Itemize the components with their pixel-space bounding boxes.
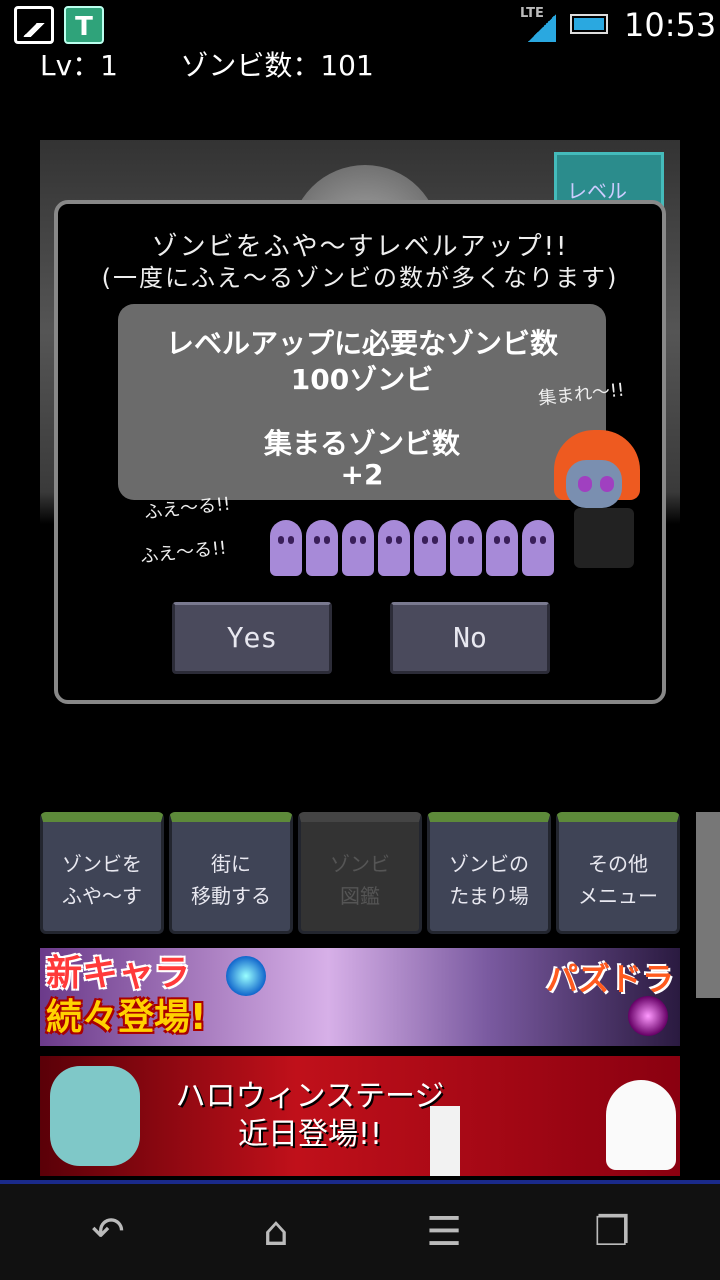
level-text: Lv：1 <box>40 49 118 82</box>
menu-zombie-encyclopedia[interactable]: ゾンビ 図鑑 <box>298 812 422 934</box>
recent-apps-icon[interactable]: ❐ <box>588 1212 636 1252</box>
zombie-sprite <box>378 520 410 576</box>
ad-text: 新キャラ <box>46 953 191 994</box>
ad-text: 近日登場!! <box>237 1117 383 1152</box>
zombie-sprite <box>270 520 302 576</box>
scrollbar[interactable] <box>696 812 720 998</box>
zombie-girl-character <box>554 430 644 580</box>
yes-button[interactable]: Yes <box>172 602 332 674</box>
status-bar: T LTE 10:53 <box>0 0 720 48</box>
tile-label: ふや〜す <box>62 884 142 908</box>
gather-label: 集まるゾンビ数 <box>263 427 460 460</box>
zombie-count-text: ゾンビ数：101 <box>180 49 374 82</box>
home-icon[interactable]: ⌂ <box>252 1212 300 1252</box>
ad-headline: 新キャラ 続々登場! <box>46 952 206 1040</box>
required-label: レベルアップに必要なゾンビ数 <box>165 327 558 360</box>
no-button[interactable]: No <box>390 602 550 674</box>
dialog-subtitle: (一度にふえ〜るゾンビの数が多くなります) <box>101 264 619 292</box>
menu-move-to-town[interactable]: 街に 移動する <box>169 812 293 934</box>
shout-increase: ふえ〜る!! <box>139 537 228 568</box>
tile-label: ゾンビ <box>330 852 390 876</box>
tile-label: ゾンビの <box>449 852 529 876</box>
menu-other[interactable]: その他 メニュー <box>556 812 680 934</box>
zombie-sprite <box>450 520 482 576</box>
zombie-sprite <box>414 520 446 576</box>
gather-value: +2 <box>340 458 384 491</box>
dark-orb-icon <box>628 996 668 1036</box>
signal-icon <box>528 14 556 42</box>
zombie-character-image <box>50 1066 140 1166</box>
tile-label: メニュー <box>578 884 658 908</box>
character-eye <box>600 476 614 492</box>
main-menu: ゾンビを ふや〜す 街に 移動する ゾンビ 図鑑 ゾンビの たまり場 その他 メ… <box>40 812 680 934</box>
tile-label: 図鑑 <box>340 884 380 908</box>
tile-label: たまり場 <box>449 884 529 908</box>
water-orb-icon <box>226 956 266 996</box>
tile-label: ゾンビを <box>62 852 142 876</box>
character-eye <box>578 476 592 492</box>
stats-line: Lv：1 ゾンビ数：101 <box>40 44 374 84</box>
ghost-image <box>606 1080 676 1170</box>
back-icon[interactable]: ↶ <box>84 1212 132 1252</box>
zombie-sprite <box>486 520 518 576</box>
zombie-group <box>270 520 554 576</box>
ad-brand-logo: パズドラ <box>545 960 674 998</box>
menu-zombie-hangout[interactable]: ゾンビの たまり場 <box>427 812 551 934</box>
character-body <box>574 508 634 568</box>
required-value: 100ゾンビ <box>290 363 434 396</box>
zombie-sprite <box>342 520 374 576</box>
zombie-sprite <box>522 520 554 576</box>
ad-text: 続々登場! <box>46 997 207 1038</box>
menu-increase-zombies[interactable]: ゾンビを ふや〜す <box>40 812 164 934</box>
gallery-icon <box>14 6 54 44</box>
system-nav-bar: ↶ ⌂ ☰ ❐ <box>0 1184 720 1280</box>
ad-banner-puzzdra[interactable]: 新キャラ 続々登場! パズドラ <box>40 948 680 1046</box>
ad-text: ハロウィンステージ <box>175 1079 445 1114</box>
candle-image <box>430 1106 460 1176</box>
zombie-sprite <box>306 520 338 576</box>
info-box: レベルアップに必要なゾンビ数 100ゾンビ 集まるゾンビ数 +2 <box>118 304 606 500</box>
levelup-dialog: ゾンビをふや〜すレベルアップ!! (一度にふえ〜るゾンビの数が多くなります) レ… <box>54 200 666 704</box>
ad-banner-halloween[interactable]: ハロウィンステージ 近日登場!! <box>40 1056 680 1176</box>
tile-label: その他 <box>588 852 648 876</box>
ad-headline: ハロウィンステージ 近日登場!! <box>160 1078 460 1154</box>
menu-icon[interactable]: ☰ <box>420 1212 468 1252</box>
tile-label: 街に <box>211 852 251 876</box>
t-app-icon: T <box>64 6 104 44</box>
tile-label: 移動する <box>191 884 271 908</box>
battery-icon <box>570 14 608 34</box>
clock: 10:53 <box>624 6 717 44</box>
